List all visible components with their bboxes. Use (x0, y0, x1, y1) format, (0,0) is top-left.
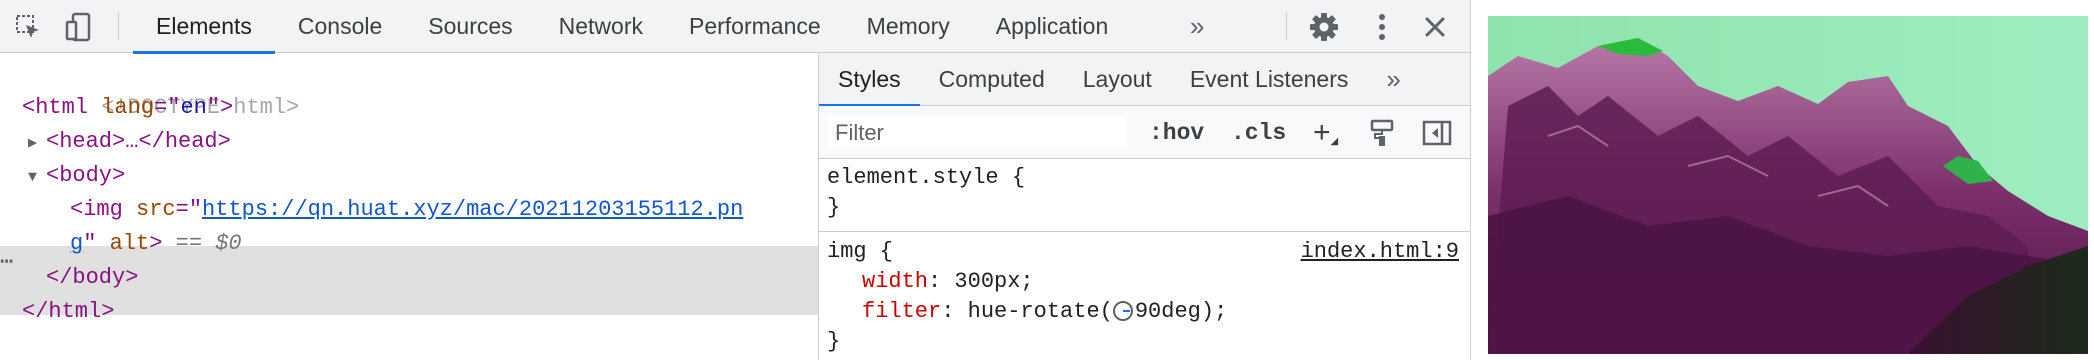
tab-computed[interactable]: Computed (920, 53, 1064, 106)
rule-divider (819, 231, 1471, 232)
expand-triangle-icon[interactable]: ▶ (28, 127, 46, 161)
toggle-sidebar-icon[interactable] (1419, 106, 1455, 159)
styles-tabs: Styles Computed Layout Event Listeners » (819, 53, 1471, 107)
tab-sources[interactable]: Sources (405, 0, 535, 53)
add-icon: + (1313, 115, 1331, 149)
tab-memory[interactable]: Memory (844, 0, 973, 53)
tab-styles[interactable]: Styles (819, 53, 920, 107)
html-close-tag: </html> (22, 299, 115, 324)
dom-line-html-close[interactable]: </html> (0, 295, 840, 329)
tab-layout[interactable]: Layout (1064, 53, 1171, 106)
img-selector: img (827, 239, 867, 264)
body-open-tag: <body> (46, 163, 126, 188)
angle-picker-icon[interactable] (1112, 301, 1133, 321)
more-panes-icon[interactable]: » (1367, 53, 1419, 106)
dom-tree: ⋯ <!DOCTYPE html> <html lang="en"> ▶ <hea… (0, 53, 818, 360)
toolbar-divider (1286, 12, 1287, 40)
lang-value: en (180, 95, 207, 120)
img-tag: img (83, 197, 123, 222)
device-toolbar-icon[interactable] (60, 0, 96, 53)
new-style-rule-button[interactable]: + ◢ (1313, 106, 1338, 159)
cls-button[interactable]: .cls (1231, 106, 1286, 159)
width-property: width (862, 269, 929, 294)
filter-declaration[interactable]: filter: hue-rotate(90deg); (827, 297, 1227, 327)
mountain-image (1488, 16, 2088, 354)
tab-event-listeners[interactable]: Event Listeners (1171, 53, 1368, 106)
brace-close: } (827, 329, 841, 354)
filter-function: hue-rotate( (967, 299, 1113, 324)
styles-filter-input[interactable] (827, 116, 1127, 149)
devtools-toolbar: Elements Console Sources Network Perform… (0, 0, 1470, 54)
img-rule-header[interactable]: img { index.html:9 (827, 237, 1463, 267)
tab-console[interactable]: Console (275, 0, 405, 53)
filter-suffix: ); (1200, 299, 1228, 324)
rule-source-link[interactable]: index.html:9 (1301, 237, 1459, 267)
tab-performance[interactable]: Performance (666, 0, 844, 53)
paint-roller-icon[interactable] (1365, 106, 1399, 159)
close-icon[interactable] (1418, 0, 1452, 53)
width-value: 300px; (954, 269, 1034, 294)
settings-gear-icon[interactable] (1306, 0, 1342, 53)
dom-line-body[interactable]: ▼ <body> (0, 159, 846, 193)
tab-application[interactable]: Application (973, 0, 1132, 53)
page-preview (1470, 0, 2094, 360)
width-declaration[interactable]: width: 300px; (827, 267, 1034, 297)
collapse-triangle-icon[interactable]: ▼ (28, 161, 46, 195)
inspect-element-icon[interactable] (10, 0, 46, 53)
brace-open: { (866, 239, 894, 264)
devtools-panel: Elements Console Sources Network Perform… (0, 0, 1471, 360)
dom-line-body-close[interactable]: </body> (0, 261, 864, 295)
element-style-close: } (827, 193, 840, 223)
src-link[interactable]: https://qn.huat.xyz/mac/20211203155112.p… (202, 197, 743, 222)
element-style-selector: element.style (827, 165, 999, 190)
add-dropdown-icon: ◢ (1330, 136, 1339, 147)
img-rule-close: } (827, 327, 840, 357)
main-tabs: Elements Console Sources Network Perform… (133, 0, 1132, 54)
styles-filter-bar: :hov .cls +◢ (819, 106, 1471, 159)
dom-line-img[interactable]: <img src="https://qn.huat.xyz/mac/202112… (0, 193, 888, 227)
dom-line-html[interactable]: <html lang="en"> (0, 91, 840, 125)
filter-angle-value[interactable]: 90deg (1135, 299, 1201, 324)
styles-pane: Styles Computed Layout Event Listeners »… (818, 53, 1471, 360)
body-close-tag: </body> (46, 265, 139, 290)
lang-attr: lang (101, 95, 155, 120)
html-tag: html (35, 95, 89, 120)
element-style-rule[interactable]: element.style { (827, 163, 1025, 193)
src-link-cont[interactable]: g (70, 231, 83, 256)
toolbar-divider (118, 12, 119, 40)
tab-network[interactable]: Network (536, 0, 666, 53)
tab-elements[interactable]: Elements (133, 0, 275, 54)
head-tag: <head>…</head> (46, 129, 231, 154)
brace-open: { (998, 165, 1026, 190)
alt-attr: alt (109, 231, 150, 256)
node-ref: $0 (215, 231, 242, 256)
more-tabs-icon[interactable]: » (1190, 0, 1204, 53)
filter-property: filter (862, 299, 942, 324)
dom-line-head[interactable]: ▶ <head>…</head> (0, 125, 846, 159)
brace-close: } (827, 195, 841, 220)
more-options-icon[interactable] (1368, 0, 1396, 53)
eq-text: == (162, 231, 216, 256)
hov-button[interactable]: :hov (1149, 106, 1204, 159)
dom-line-doctype[interactable]: <!DOCTYPE html> (0, 57, 840, 120)
src-attr: src (136, 197, 176, 222)
dom-line-img-cont[interactable]: g" alt> == $0 (0, 227, 888, 261)
